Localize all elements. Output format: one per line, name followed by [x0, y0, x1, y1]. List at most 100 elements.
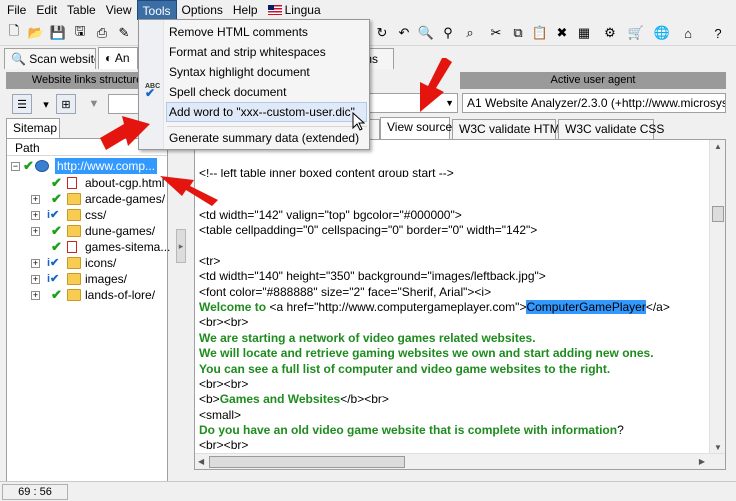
expand-icon[interactable]: + [31, 195, 40, 204]
scroll-up-icon[interactable]: ▲ [714, 142, 722, 151]
help-icon[interactable]: ? [708, 23, 728, 43]
menu-table[interactable]: Table [62, 0, 101, 20]
print-icon[interactable]: ⎙ [92, 23, 112, 43]
tree-item-root[interactable]: − ✔ http://www.comp... [7, 158, 167, 174]
source-editor[interactable]: <!-- left table inner boxed content grou… [194, 139, 726, 470]
menu-options[interactable]: Options [177, 0, 228, 20]
menu-tools[interactable]: Tools [136, 0, 177, 20]
expand-icon[interactable]: + [31, 227, 40, 236]
check-icon: ✔ [51, 223, 62, 238]
source-line: <td width="142" valign="top" bgcolor="#0… [199, 208, 707, 223]
horizontal-scrollbar[interactable]: ◀ ▶ [195, 453, 725, 469]
tree-item[interactable]: ✔ games-sitema... [7, 239, 170, 255]
source-line [199, 238, 707, 253]
paste-icon[interactable]: 📋 [530, 23, 550, 43]
tab-sitemap[interactable]: Sitemap [6, 118, 60, 138]
tool-icon[interactable]: ✎ [114, 23, 134, 43]
scroll-left-icon[interactable]: ◀ [198, 457, 204, 466]
table-icon[interactable]: ▦ [574, 23, 594, 43]
sitemap-tree: Path − ✔ http://www.comp... ✔ about-cgp.… [6, 138, 170, 482]
menu-view[interactable]: View [101, 0, 137, 20]
tree-item[interactable]: + i✔ images/ [7, 271, 167, 287]
scroll-right-icon[interactable]: ▶ [699, 457, 705, 466]
tree-item[interactable]: + ✔ dune-games/ [7, 223, 167, 239]
source-token: ? [617, 423, 624, 438]
check-icon: ✔ [51, 287, 62, 302]
horizontal-scroll-thumb[interactable] [209, 456, 405, 468]
globe-icon [35, 160, 49, 172]
menu-item-spell-check[interactable]: Spell check document [169, 82, 367, 102]
save-icon[interactable]: 💾 [48, 23, 68, 43]
status-bar: 69 : 56 [0, 481, 736, 501]
cursor-position: 69 : 56 [2, 484, 68, 500]
home-icon[interactable]: ⌂ [678, 23, 698, 43]
zoom-icon[interactable]: ⚲ [438, 23, 458, 43]
source-token: </b><br> [340, 392, 389, 407]
tree-item[interactable]: ✔ about-cgp.html [7, 175, 167, 191]
list-view-icon[interactable]: ☰ [12, 94, 32, 114]
tree-item[interactable]: + ✔ lands-of-lore/ [7, 287, 167, 303]
menu-item-format-strip-whitespaces[interactable]: Format and strip whitespaces [169, 42, 367, 62]
binoculars-icon[interactable]: ⌕ [460, 23, 480, 43]
menu-lingua-label: Lingua [284, 3, 321, 17]
find-icon[interactable]: 🔍 [416, 23, 436, 43]
html-page-icon [67, 241, 77, 253]
expand-icon[interactable]: + [31, 275, 40, 284]
tree-item-label: http://www.comp... [55, 158, 158, 174]
menu-lingua[interactable]: Lingua [263, 0, 326, 20]
info-icon: i✔ [47, 257, 60, 269]
source-line: <br><br> [199, 315, 707, 330]
menu-bar: File Edit Table View Tools Options Help … [0, 0, 736, 20]
tree-view-icon[interactable]: ⊞ [56, 94, 76, 114]
user-agent-combo[interactable]: A1 Website Analyzer/2.3.0 (+http://www.m… [462, 93, 726, 113]
tree-item[interactable]: + i✔ css/ [7, 207, 167, 223]
tab-view-source[interactable]: View source [380, 117, 452, 139]
source-token: <br><br> [199, 315, 249, 330]
folder-icon [67, 289, 81, 301]
tab-w3c-validate-html[interactable]: W3C validate HTML [452, 119, 566, 139]
tab-w3c-validate-css[interactable]: W3C validate CSS [558, 119, 664, 139]
tab-analyze[interactable]: ◐ An [98, 47, 138, 69]
source-token: <td width="142" valign="top" bgcolor="#0… [199, 207, 462, 222]
source-line: <td width="140" height="350" background=… [199, 269, 707, 284]
spell-check-icon: ABC ✔ [145, 83, 161, 100]
scroll-down-icon[interactable]: ▼ [714, 443, 722, 452]
delete-icon[interactable]: ✖ [552, 23, 572, 43]
new-document-icon[interactable]: 🗋 [4, 23, 24, 43]
menu-item-remove-html-comments[interactable]: Remove HTML comments [169, 22, 367, 42]
menu-item-add-word[interactable]: Add word to "xxx--custom-user.dic" [166, 102, 367, 122]
menu-file[interactable]: File [2, 0, 31, 20]
redo-icon[interactable]: ↻ [372, 23, 392, 43]
save-as-icon[interactable]: 🖫 [70, 23, 90, 43]
menu-item-generate-summary[interactable]: Generate summary data (extended) [169, 128, 367, 148]
source-line: <b>Games and Websites</b><br> [199, 392, 707, 407]
globe-icon[interactable]: 🌐 [652, 23, 672, 43]
menu-edit[interactable]: Edit [31, 0, 62, 20]
tree-item[interactable]: + i✔ icons/ [7, 255, 167, 271]
source-line: <tr> [199, 254, 707, 269]
panel-splitter[interactable]: ▸ [176, 229, 186, 263]
menu-help[interactable]: Help [228, 0, 263, 20]
expand-icon[interactable]: + [31, 259, 40, 268]
settings-icon[interactable]: ⚙ [600, 23, 620, 43]
undo-icon[interactable]: ↶ [394, 23, 414, 43]
expand-icon[interactable]: + [31, 291, 40, 300]
source-line: <br><br> [199, 438, 707, 453]
source-line: <br><br> [199, 377, 707, 392]
vertical-scroll-thumb[interactable] [712, 206, 724, 222]
vertical-scrollbar[interactable]: ▲ ▼ [709, 140, 725, 454]
menu-item-syntax-highlight[interactable]: Syntax highlight document [169, 62, 367, 82]
cut-icon[interactable]: ✂ [486, 23, 506, 43]
source-token: <small> [199, 407, 242, 422]
filter-icon[interactable]: ▼ [84, 94, 104, 114]
tree-item-label: css/ [85, 208, 107, 222]
tree-item[interactable]: + ✔ arcade-games/ [7, 191, 167, 207]
collapse-icon[interactable]: − [11, 162, 20, 171]
info-icon: i✔ [47, 273, 60, 285]
copy-icon[interactable]: ⧉ [508, 23, 528, 43]
tab-scan-website[interactable]: 🔍 Scan website [4, 48, 96, 69]
cart-icon[interactable]: 🛒 [626, 23, 646, 43]
dropdown-arrow-icon[interactable]: ▾ [36, 94, 56, 114]
expand-icon[interactable]: + [31, 211, 40, 220]
open-folder-icon[interactable]: 📂 [26, 23, 46, 43]
